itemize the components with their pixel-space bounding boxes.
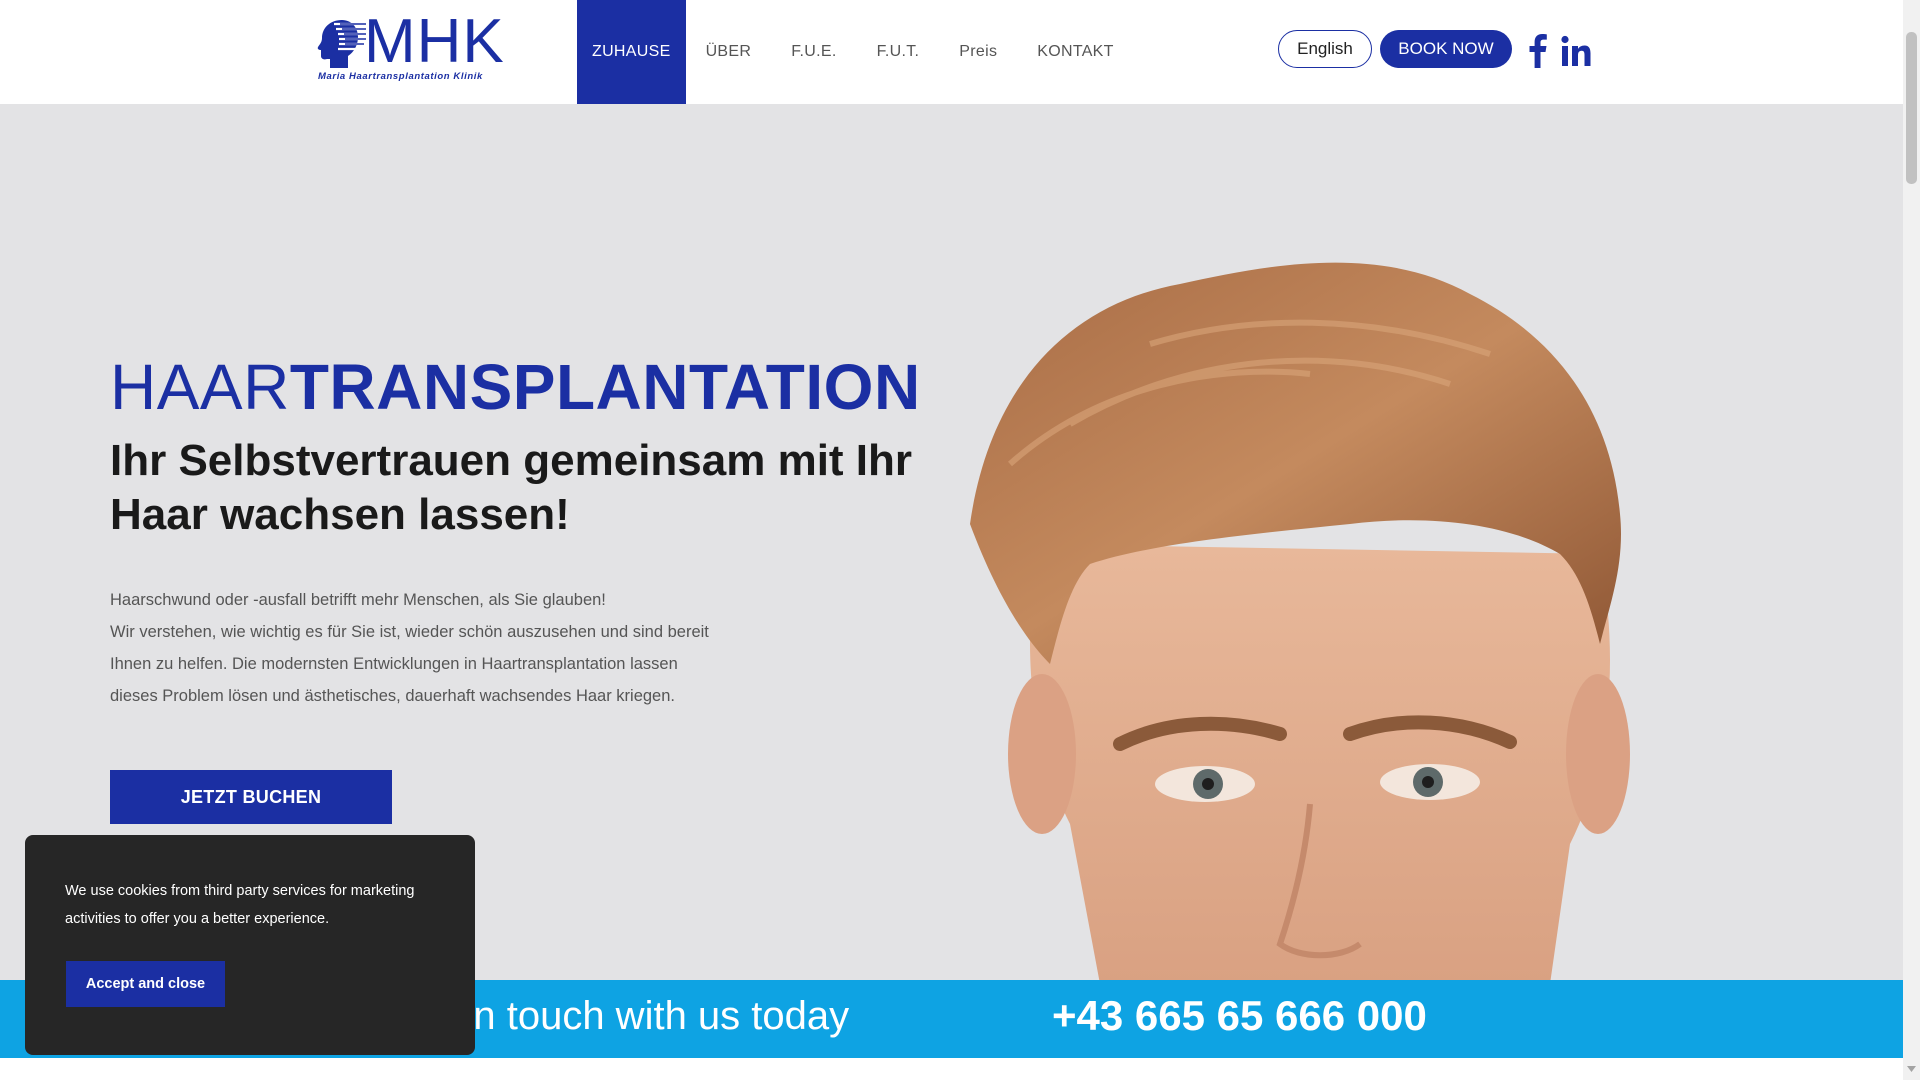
nav-item-fue[interactable]: F.U.E. <box>771 0 856 104</box>
cookie-text: We use cookies from third party services… <box>65 883 415 927</box>
nav-item-ueber[interactable]: ÜBER <box>686 0 772 104</box>
page-bottom-strip <box>0 1058 1903 1080</box>
jetzt-buchen-button[interactable]: JETZT BUCHEN <box>110 770 392 824</box>
head-silhouette-icon <box>317 20 366 68</box>
hero-text-line: Haarschwund oder -ausfall betrifft mehr … <box>110 591 606 609</box>
facebook-icon[interactable] <box>1525 32 1549 68</box>
hero-text-line: Ihnen zu helfen. Die modernsten Entwickl… <box>110 655 678 673</box>
main-nav: ZUHAUSE ÜBER F.U.E. F.U.T. Preis KONTAKT <box>577 0 1134 104</box>
cookie-banner: We use cookies from third party services… <box>25 835 475 1055</box>
contact-phone-number[interactable]: +43 665 65 666 000 <box>1052 992 1427 1040</box>
site-header: MHK Maria Haartransplantation Klinik ZUH… <box>0 0 1903 104</box>
linkedin-icon[interactable] <box>1560 34 1592 68</box>
hero-text-line: dieses Problem lösen und ästhetisches, d… <box>110 687 675 705</box>
nav-item-zuhause[interactable]: ZUHAUSE <box>577 0 686 104</box>
book-now-button[interactable]: BOOK NOW <box>1380 30 1512 68</box>
contact-bar-text: et in touch with us today <box>420 994 850 1038</box>
language-button[interactable]: English <box>1278 30 1372 68</box>
logo-tagline: Maria Haartransplantation Klinik <box>318 71 483 82</box>
scroll-down-arrow-icon[interactable] <box>1906 1064 1917 1074</box>
logo-letters: MHK <box>364 7 505 76</box>
scrollbar-thumb[interactable] <box>1906 32 1917 184</box>
accept-cookies-button[interactable]: Accept and close <box>66 961 225 1007</box>
hero-title: HAARTRANSPLANTATION <box>110 350 921 424</box>
hero-description: Haarschwund oder -ausfall betrifft mehr … <box>110 584 810 712</box>
hero-title-bold: TRANSPLANTATION <box>289 351 921 423</box>
nav-item-preis[interactable]: Preis <box>939 0 1017 104</box>
site-logo[interactable]: MHK Maria Haartransplantation Klinik <box>312 10 512 86</box>
hero-subtitle: Ihr Selbstvertrauen gemeinsam mit Ihr Ha… <box>110 436 913 539</box>
nav-item-kontakt[interactable]: KONTAKT <box>1017 0 1133 104</box>
hero-portrait-image <box>970 262 1630 980</box>
nav-item-fut[interactable]: F.U.T. <box>857 0 940 104</box>
hero-text-line: Wir verstehen, wie wichtig es für Sie is… <box>110 623 709 641</box>
hero-title-light: HAAR <box>110 351 290 423</box>
